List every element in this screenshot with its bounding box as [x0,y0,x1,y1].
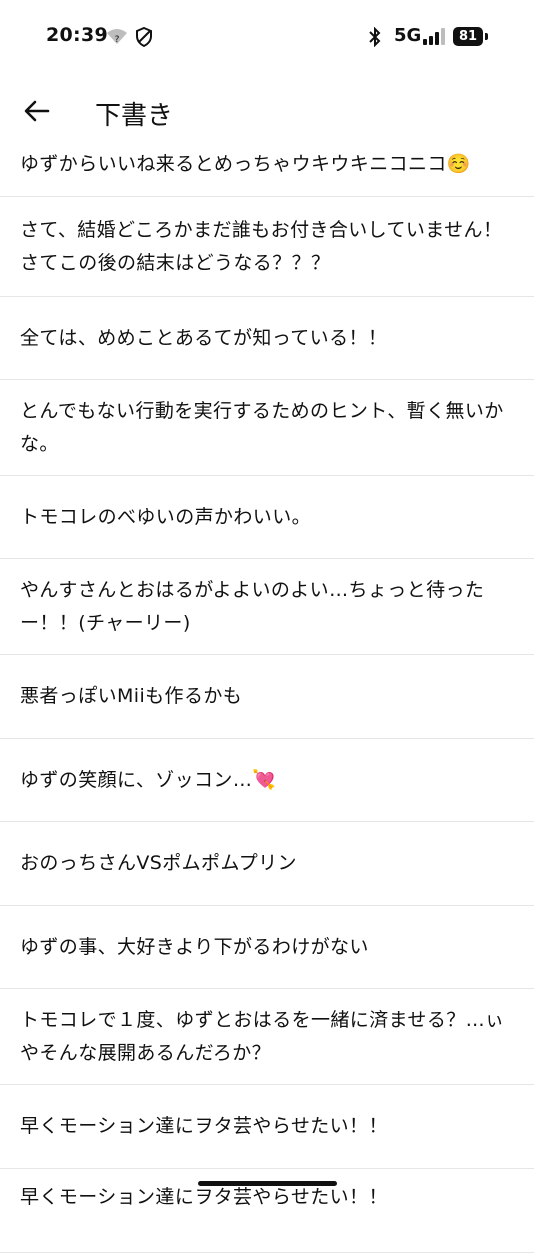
home-indicator[interactable] [198,1181,337,1186]
draft-text: 悪者っぽいMiiも作るかも [20,685,243,707]
page-title: 下書き [95,101,174,131]
draft-item[interactable]: 全ては、めめことあるてが知っている！！ [0,297,534,380]
status-bar: 20:39 ? 5G 81 [0,0,534,78]
draft-text: ゆずの事、大好きより下がるわけがない [20,935,369,958]
battery-icon: 81 [453,27,483,46]
svg-text:?: ? [115,35,120,45]
draft-item[interactable]: とんでもない行動を実行するためのヒント、暫く無いかな。 [0,380,534,476]
draft-text: トモコレで１度、ゆずとおはるを一緒に済ませる？…ぃやそんな展開あるんだろか？ [20,1008,505,1064]
draft-text: さて、結婚どころかまだ誰もお付き合いしていません！さてこの後の結末はどうなる？？… [20,218,503,274]
shield-icon [135,26,153,51]
draft-text: 早くモーション達にヲタ芸やらせたい！！ [20,1115,388,1137]
draft-item[interactable]: トモコレで１度、ゆずとおはるを一緒に済ませる？…ぃやそんな展開あるんだろか？ [0,989,534,1085]
draft-item[interactable]: 悪者っぽいMiiも作るかも [0,655,534,739]
network-label: 5G [394,25,422,46]
draft-text: ゆずの笑顔に、ゾッコン…💘 [20,768,277,791]
arrow-left-icon [24,100,50,122]
draft-item[interactable]: ゆずの笑顔に、ゾッコン…💘 [0,739,534,822]
draft-item[interactable]: さて、結婚どころかまだ誰もお付き合いしていません！さてこの後の結末はどうなる？？… [0,197,534,297]
draft-item[interactable]: おのっちさんVSポムポムプリン [0,822,534,906]
draft-text: おのっちさんVSポムポムプリン [20,852,297,874]
battery-tip [485,33,488,40]
status-time: 20:39 [46,24,108,46]
wifi-icon: ? [106,27,128,49]
draft-item[interactable]: 早くモーション達にヲタ芸やらせたい！！ [0,1085,534,1169]
draft-item[interactable]: ゆずからいいね来るとめっちゃウキウキニコニコ☺️ [0,133,534,197]
draft-item[interactable]: トモコレのべゆいの声かわいい。 [0,476,534,559]
draft-text: ゆずからいいね来るとめっちゃウキウキニコニコ☺️ [20,153,471,175]
signal-icon [423,28,447,49]
draft-item[interactable]: やんすさんとおはるがよよいのよい…ちょっと待ったー！！(チャーリー) [0,559,534,655]
draft-text: 全ては、めめことあるてが知っている！！ [20,326,388,349]
draft-text: とんでもない行動を実行するためのヒント、暫く無いかな。 [20,399,504,455]
back-button[interactable] [20,94,54,128]
draft-text: トモコレのべゆいの声かわいい。 [20,505,312,528]
bluetooth-icon [368,26,382,51]
draft-item[interactable]: ゆずの事、大好きより下がるわけがない [0,906,534,989]
draft-text: やんすさんとおはるがよよいのよい…ちょっと待ったー！！(チャーリー) [20,578,485,634]
draft-list: ゆずからいいね来るとめっちゃウキウキニコニコ☺️ さて、結婚どころかまだ誰もお付… [0,133,534,1253]
